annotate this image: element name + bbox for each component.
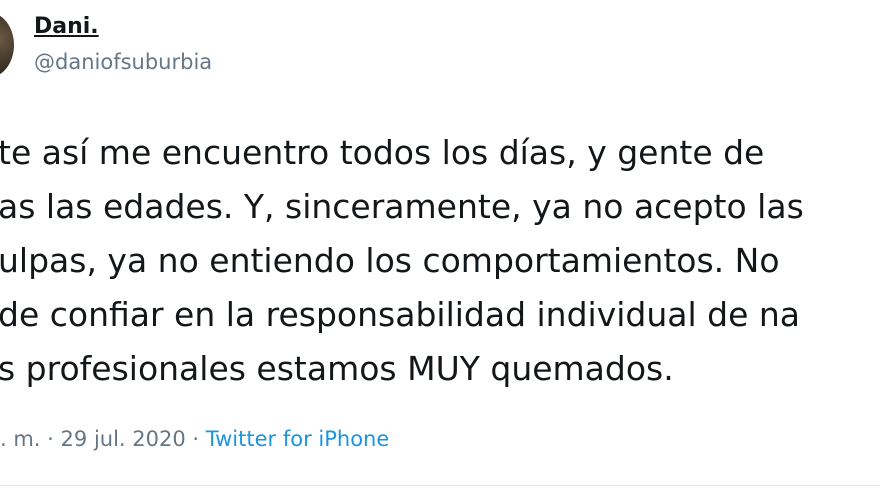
tweet-text: te así me encuentro todos los días, y ge… <box>0 126 880 396</box>
tweet-time[interactable]: . m. <box>0 427 40 451</box>
tweet-source-link[interactable]: Twitter for iPhone <box>206 427 390 451</box>
avatar[interactable] <box>0 12 14 78</box>
divider <box>0 485 880 486</box>
author-handle[interactable]: @daniofsuburbia <box>34 50 212 74</box>
tweet-meta: . m. · 29 jul. 2020 · Twitter for iPhone <box>0 427 389 451</box>
tweet-date[interactable]: 29 jul. 2020 <box>61 427 186 451</box>
tweet-text-line: ulpas, ya no entiendo los comportamiento… <box>0 241 780 280</box>
tweet-text-line: de confiar en la responsabilidad individ… <box>0 295 801 334</box>
tweet-card: Dani. @daniofsuburbia te así me encuentr… <box>0 0 880 495</box>
tweet-text-line: s profesionales estamos MUY quemados. <box>0 349 674 388</box>
meta-separator: · <box>192 427 200 451</box>
tweet-text-line: te así me encuentro todos los días, y ge… <box>0 133 765 172</box>
meta-separator: · <box>47 427 54 451</box>
author-display-name[interactable]: Dani. <box>34 14 99 39</box>
tweet-text-line: as las edades. Y, sinceramente, ya no ac… <box>0 187 804 226</box>
